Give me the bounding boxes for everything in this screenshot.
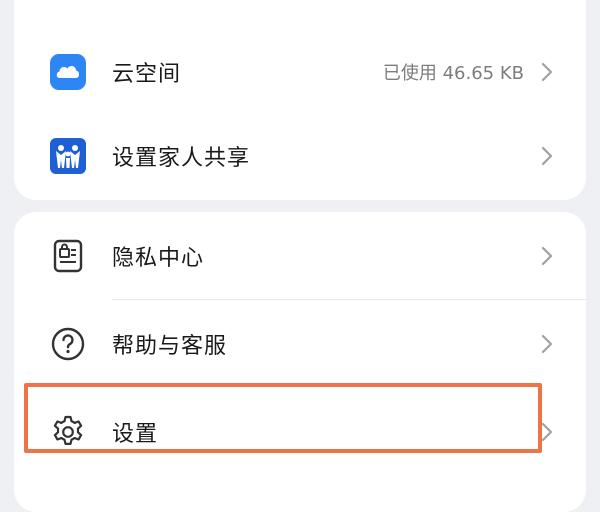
gear-icon bbox=[50, 414, 86, 450]
chevron-right-icon bbox=[540, 421, 554, 443]
menu-item-label: 设置 bbox=[112, 422, 159, 447]
menu-item-label: 设置家人共享 bbox=[112, 146, 251, 171]
chevron-right-icon bbox=[540, 333, 554, 355]
menu-item-help-service[interactable]: 帮助与客服 bbox=[14, 300, 586, 388]
account-menu-card-bottom: 隐私中心 帮助与客服 设置 bbox=[14, 212, 586, 512]
menu-item-label: 云空间 bbox=[112, 62, 182, 87]
menu-item-label: 隐私中心 bbox=[112, 246, 205, 271]
menu-item-privacy-center[interactable]: 隐私中心 bbox=[14, 212, 586, 300]
family-share-icon bbox=[50, 138, 86, 174]
menu-item-label: 帮助与客服 bbox=[112, 334, 228, 359]
menu-item-cloud-space[interactable]: 云空间 已使用 46.65 KB bbox=[14, 28, 586, 116]
privacy-center-icon bbox=[50, 238, 86, 274]
chevron-right-icon bbox=[540, 245, 554, 267]
menu-item-family-share[interactable]: 设置家人共享 bbox=[14, 112, 586, 200]
storage-used-text: 已使用 46.65 KB bbox=[382, 63, 524, 84]
chevron-right-icon bbox=[540, 61, 554, 83]
chevron-right-icon bbox=[540, 145, 554, 167]
help-icon bbox=[50, 326, 86, 362]
cloud-icon bbox=[50, 54, 86, 90]
menu-item-settings[interactable]: 设置 bbox=[14, 388, 586, 476]
account-menu-card-top: 云空间 已使用 46.65 KB 设置家人共享 bbox=[14, 0, 586, 200]
